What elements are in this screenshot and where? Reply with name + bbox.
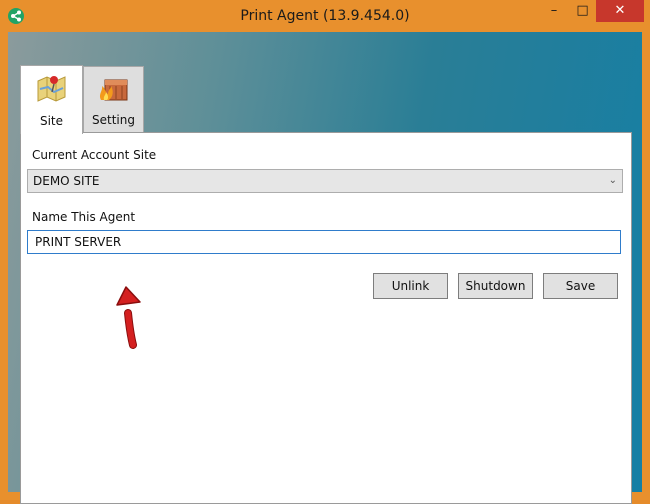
- map-pin-icon: [34, 71, 70, 103]
- site-panel: Current Account Site DEMO SITE ⌄ Name Th…: [20, 132, 632, 504]
- account-site-label: Current Account Site: [32, 148, 157, 162]
- account-site-value: DEMO SITE: [33, 174, 100, 188]
- agent-name-label: Name This Agent: [32, 210, 136, 224]
- account-site-select[interactable]: DEMO SITE ⌄: [27, 169, 623, 193]
- toolbox-fire-icon: [96, 72, 132, 104]
- title-bar[interactable]: Print Agent (13.9.454.0) – □ ✕: [0, 0, 650, 32]
- tab-site-label: Site: [39, 114, 64, 128]
- red-arrow-icon: [113, 283, 153, 351]
- close-button[interactable]: ✕: [596, 0, 644, 22]
- print-agent-window: Print Agent (13.9.454.0) – □ ✕ Site Sett…: [0, 0, 650, 504]
- save-button[interactable]: Save: [543, 273, 618, 299]
- minimize-button[interactable]: –: [539, 0, 569, 22]
- unlink-button[interactable]: Unlink: [373, 273, 448, 299]
- chevron-down-icon: ⌄: [608, 175, 617, 186]
- agent-name-input[interactable]: [27, 230, 621, 254]
- client-area: Site Setting Current Account Site DEMO S…: [8, 32, 642, 504]
- tab-setting[interactable]: Setting: [83, 66, 144, 133]
- shutdown-button[interactable]: Shutdown: [458, 273, 533, 299]
- maximize-button[interactable]: □: [569, 0, 596, 22]
- tab-setting-label: Setting: [92, 113, 135, 127]
- tab-site[interactable]: Site: [20, 65, 83, 134]
